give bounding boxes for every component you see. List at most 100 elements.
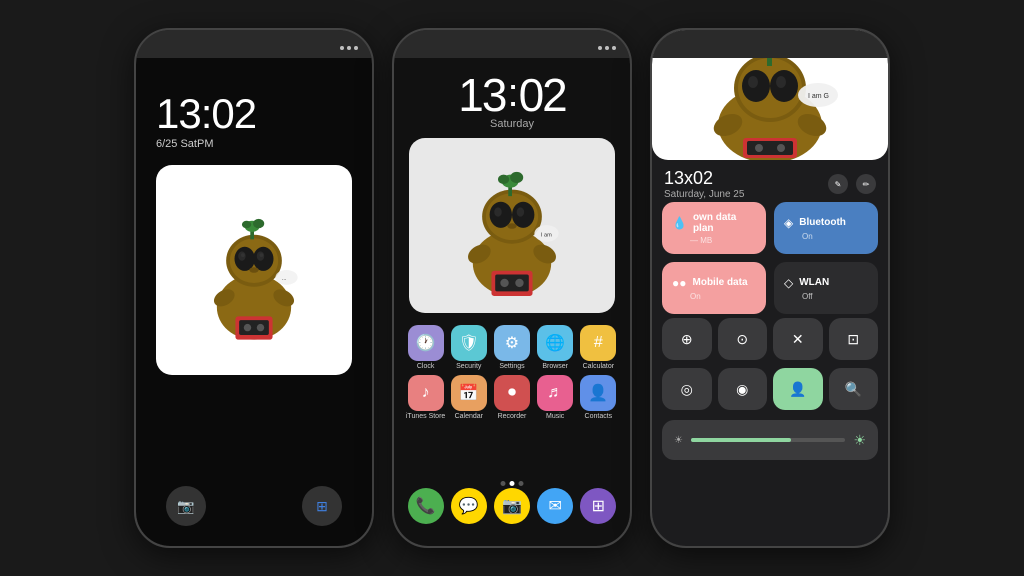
data-plan-tile-top: 💧 own data plan [672, 212, 756, 234]
homescreen-day: Saturday [490, 118, 534, 130]
left-pill-btn[interactable]: 📷 [166, 486, 206, 526]
browser-label: Browser [542, 363, 568, 371]
data-plan-icon: 💧 [672, 216, 687, 230]
sms-icon: 💬 [451, 488, 487, 524]
phone-lockscreen: 13:02 6/25 SatPM [134, 28, 374, 548]
brightness-icon-high: ☀ [853, 432, 866, 449]
mobile-data-sublabel: On [672, 292, 756, 301]
lockscreen-time: 13:02 [156, 90, 256, 138]
small-btn-3[interactable]: ✕ [773, 318, 823, 360]
phone-homescreen: 13 : 02 Saturday [392, 28, 632, 548]
clock-label: Clock [417, 363, 435, 371]
groot-svg-3: I am G [670, 30, 870, 160]
page-dots [501, 481, 524, 486]
phones-container: 13:02 6/25 SatPM [0, 0, 1024, 576]
calculator-label: Calculator [583, 363, 615, 371]
groot-svg-2: I am [442, 151, 582, 301]
phone-controlcenter: I am G 13x02 Saturday, June 25 ✎ ✏ 💧 own [650, 28, 890, 548]
small-btn-7[interactable]: 👤 [773, 368, 823, 410]
status-bar-1 [136, 38, 372, 58]
mobile-data-tile-top: ●● Mobile data [672, 276, 756, 290]
dock-camera[interactable]: 📷 [491, 488, 533, 526]
signal-dot-2 [598, 46, 602, 50]
music-label: Music [546, 413, 564, 421]
dock-phone[interactable]: 📞 [405, 488, 447, 526]
wifi-dot [347, 46, 351, 50]
wlan-sublabel: Off [784, 292, 868, 301]
brightness-control[interactable]: ☀ ☀ [662, 420, 878, 460]
lockscreen-date: 6/25 SatPM [156, 138, 213, 150]
recorder-icon: ⏺ [494, 375, 530, 411]
wlan-tile[interactable]: ◇ WLAN Off [774, 262, 878, 314]
app-music[interactable]: ♬ Music [534, 375, 576, 421]
controlcenter-datetime-block: 13x02 Saturday, June 25 [664, 168, 744, 200]
calculator-icon: # [580, 325, 616, 361]
app-contacts[interactable]: 👤 Contacts [577, 375, 619, 421]
app-clock[interactable]: 🕐 Clock [405, 325, 447, 371]
small-btn-6[interactable]: ◉ [718, 368, 768, 410]
wlan-label: WLAN [799, 277, 829, 288]
camera-icon: 📷 [494, 488, 530, 524]
controlcenter-date: Saturday, June 25 [664, 189, 744, 200]
dock: 📞 💬 📷 ✉ ⊞ [404, 488, 620, 526]
right-pill-btn[interactable]: ⊞ [302, 486, 342, 526]
svg-text:I am G: I am G [808, 93, 829, 100]
data-plan-tile[interactable]: 💧 own data plan — MB [662, 202, 766, 254]
small-btn-8[interactable]: 🔍 [829, 368, 879, 410]
dock-apps[interactable]: ⊞ [577, 488, 619, 526]
header-action-icons: ✎ ✏ [828, 174, 876, 194]
phone-icon: 📞 [408, 488, 444, 524]
itunes-label: iTunes Store [406, 413, 445, 421]
time-hours: 13 [458, 68, 505, 122]
pencil-icon[interactable]: ✏ [856, 174, 876, 194]
app-recorder[interactable]: ⏺ Recorder [491, 375, 533, 421]
dock-email[interactable]: ✉ [534, 488, 576, 526]
app-browser[interactable]: 🌐 Browser [534, 325, 576, 371]
mobile-data-label: Mobile data [693, 277, 748, 288]
browser-icon: 🌐 [537, 325, 573, 361]
edit-icon[interactable]: ✎ [828, 174, 848, 194]
controlcenter-widget: I am G [652, 30, 888, 160]
app-settings[interactable]: ⚙ Settings [491, 325, 533, 371]
small-btn-4[interactable]: ⊡ [829, 318, 879, 360]
apps-icon: ⊞ [580, 488, 616, 524]
signal-dot [340, 46, 344, 50]
control-tiles-grid: 💧 own data plan — MB ◈ Bluetooth On ●● [662, 202, 878, 314]
time-colon: : [507, 73, 516, 113]
data-plan-label: own data plan [693, 212, 756, 234]
small-btn-5[interactable]: ◎ [662, 368, 712, 410]
app-row-2: ♪ iTunes Store 📅 Calendar ⏺ Recorder ♬ M… [404, 375, 620, 421]
calendar-label: Calendar [455, 413, 483, 421]
wifi-dot-2 [605, 46, 609, 50]
svg-text:I am: I am [541, 232, 552, 238]
mobile-data-icon: ●● [672, 276, 687, 290]
wlan-icon: ◇ [784, 276, 793, 290]
app-calendar[interactable]: 📅 Calendar [448, 375, 490, 421]
lockscreen-bottom: 📷 ⊞ [136, 486, 372, 526]
dot-1 [501, 481, 506, 486]
mobile-data-tile[interactable]: ●● Mobile data On [662, 262, 766, 314]
app-itunes[interactable]: ♪ iTunes Store [405, 375, 447, 421]
app-security[interactable]: 🛡 Security [448, 325, 490, 371]
small-btn-1[interactable]: ⊕ [662, 318, 712, 360]
contacts-label: Contacts [585, 413, 613, 421]
security-label: Security [456, 363, 481, 371]
music-icon: ♬ [537, 375, 573, 411]
homescreen-time: 13 : 02 [458, 68, 565, 122]
small-btn-2[interactable]: ⊙ [718, 318, 768, 360]
status-icons-1 [340, 46, 358, 50]
app-calculator[interactable]: # Calculator [577, 325, 619, 371]
homescreen-screen: 13 : 02 Saturday [394, 30, 630, 546]
controlcenter-header: 13x02 Saturday, June 25 ✎ ✏ [664, 168, 876, 200]
controlcenter-screen: I am G 13x02 Saturday, June 25 ✎ ✏ 💧 own [652, 30, 888, 546]
battery-dot-2 [612, 46, 616, 50]
brightness-track [691, 438, 845, 442]
dot-3 [519, 481, 524, 486]
contacts-icon: 👤 [580, 375, 616, 411]
dock-sms[interactable]: 💬 [448, 488, 490, 526]
bluetooth-tile[interactable]: ◈ Bluetooth On [774, 202, 878, 254]
clock-icon: 🕐 [408, 325, 444, 361]
brightness-icon-low: ☀ [674, 435, 683, 446]
homescreen-widget: I am [409, 138, 615, 313]
battery-dot [354, 46, 358, 50]
